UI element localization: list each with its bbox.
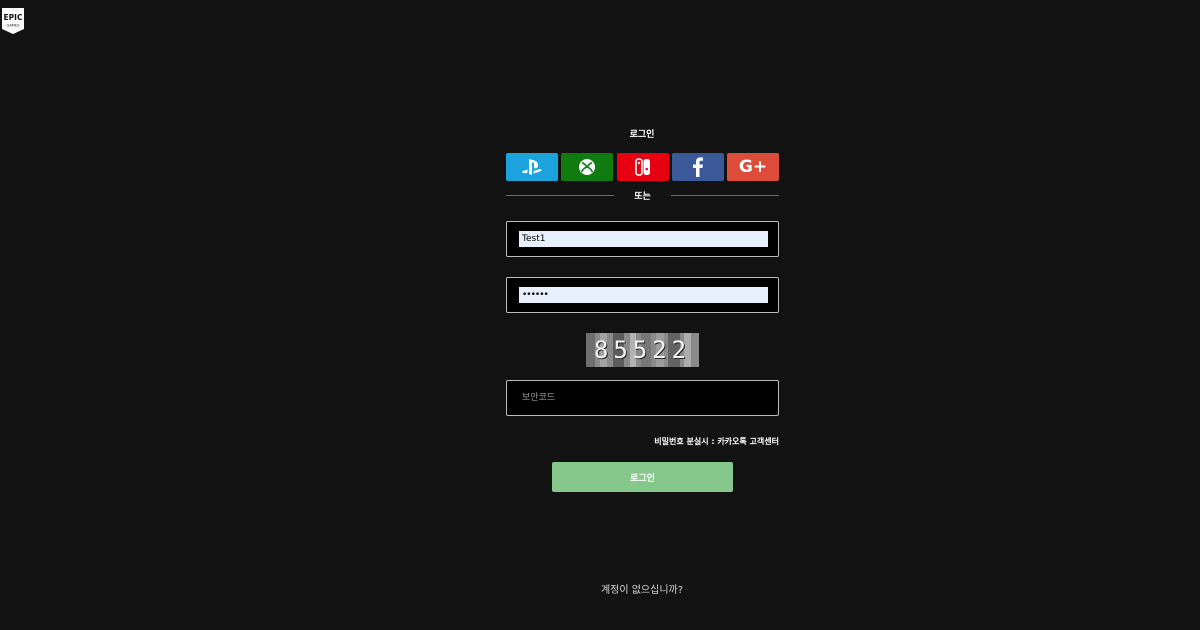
security-code-field-box [506, 380, 779, 416]
login-page: EPIC GAMES 로그인 G+ 또는 Test1 •••••• 85522 … [0, 0, 1200, 630]
playstation-icon [522, 159, 542, 175]
playstation-login-button[interactable] [506, 153, 558, 181]
login-heading: 로그인 [629, 130, 655, 140]
username-input[interactable] [519, 231, 768, 247]
xbox-icon [579, 159, 596, 175]
divider-line-right [671, 195, 779, 196]
signup-link[interactable]: 계정이 없으십니까? [0, 581, 1200, 596]
google-plus-icon: G+ [738, 157, 768, 177]
or-divider: 또는 [506, 188, 779, 204]
svg-text:EPIC: EPIC [4, 13, 23, 22]
nintendo-login-button[interactable] [616, 153, 669, 181]
facebook-login-button[interactable] [671, 153, 724, 181]
captcha-image: 85522 [586, 333, 699, 367]
facebook-icon [692, 157, 703, 177]
security-code-input[interactable] [519, 390, 768, 406]
social-login-row: G+ [506, 153, 779, 181]
google-plus-login-button[interactable]: G+ [727, 153, 779, 181]
captcha-code: 85522 [593, 336, 692, 364]
svg-text:GAMES: GAMES [7, 24, 21, 28]
password-field-box [506, 277, 779, 313]
nintendo-switch-icon [634, 158, 650, 176]
xbox-login-button[interactable] [561, 153, 614, 181]
password-input[interactable] [519, 287, 768, 303]
epic-games-logo-icon[interactable]: EPIC GAMES [2, 8, 24, 34]
login-button[interactable]: 로그인 [552, 462, 733, 492]
username-field-box [506, 221, 779, 257]
password-help-text[interactable]: 비밀번호 분실시 : 카카오톡 고객센터 [506, 436, 779, 447]
